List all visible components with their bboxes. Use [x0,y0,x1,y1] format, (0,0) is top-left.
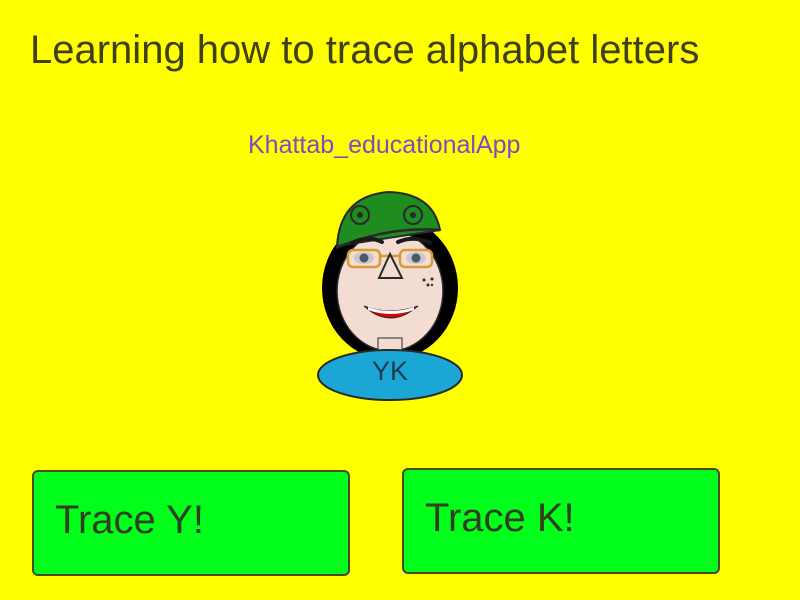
page-title: Learning how to trace alphabet letters [30,28,700,72]
trace-k-button-label: Trace K! [425,496,575,540]
avatar-initials: YK [371,356,409,386]
trace-k-button[interactable]: Trace K! [402,468,720,574]
app-credit-label: Khattab_educationalApp [248,131,521,159]
trace-y-button[interactable]: Trace Y! [32,470,350,576]
trace-y-button-label: Trace Y! [55,498,204,542]
